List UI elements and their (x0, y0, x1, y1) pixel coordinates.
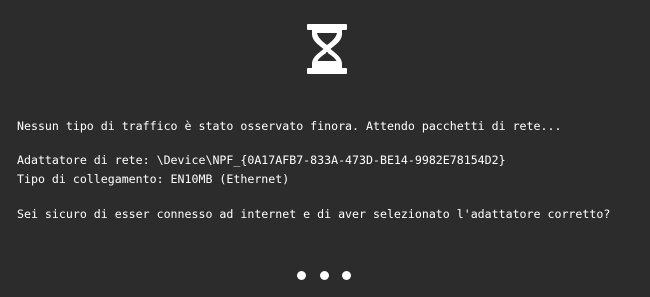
loading-dot (319, 270, 329, 280)
connection-question: Sei sicuro di esser connesso ad internet… (17, 207, 611, 221)
waiting-message: Nessun tipo di traffico è stato osservat… (17, 119, 562, 133)
loading-dot (297, 270, 306, 280)
adapter-info: Adattatore di rete: \Device\NPF_{0A17AFB… (17, 153, 506, 167)
hourglass-icon (307, 24, 347, 74)
loading-dot (342, 270, 351, 280)
link-type-info: Tipo di collegamento: EN10MB (Ethernet) (17, 172, 290, 186)
loading-dots (297, 269, 351, 281)
